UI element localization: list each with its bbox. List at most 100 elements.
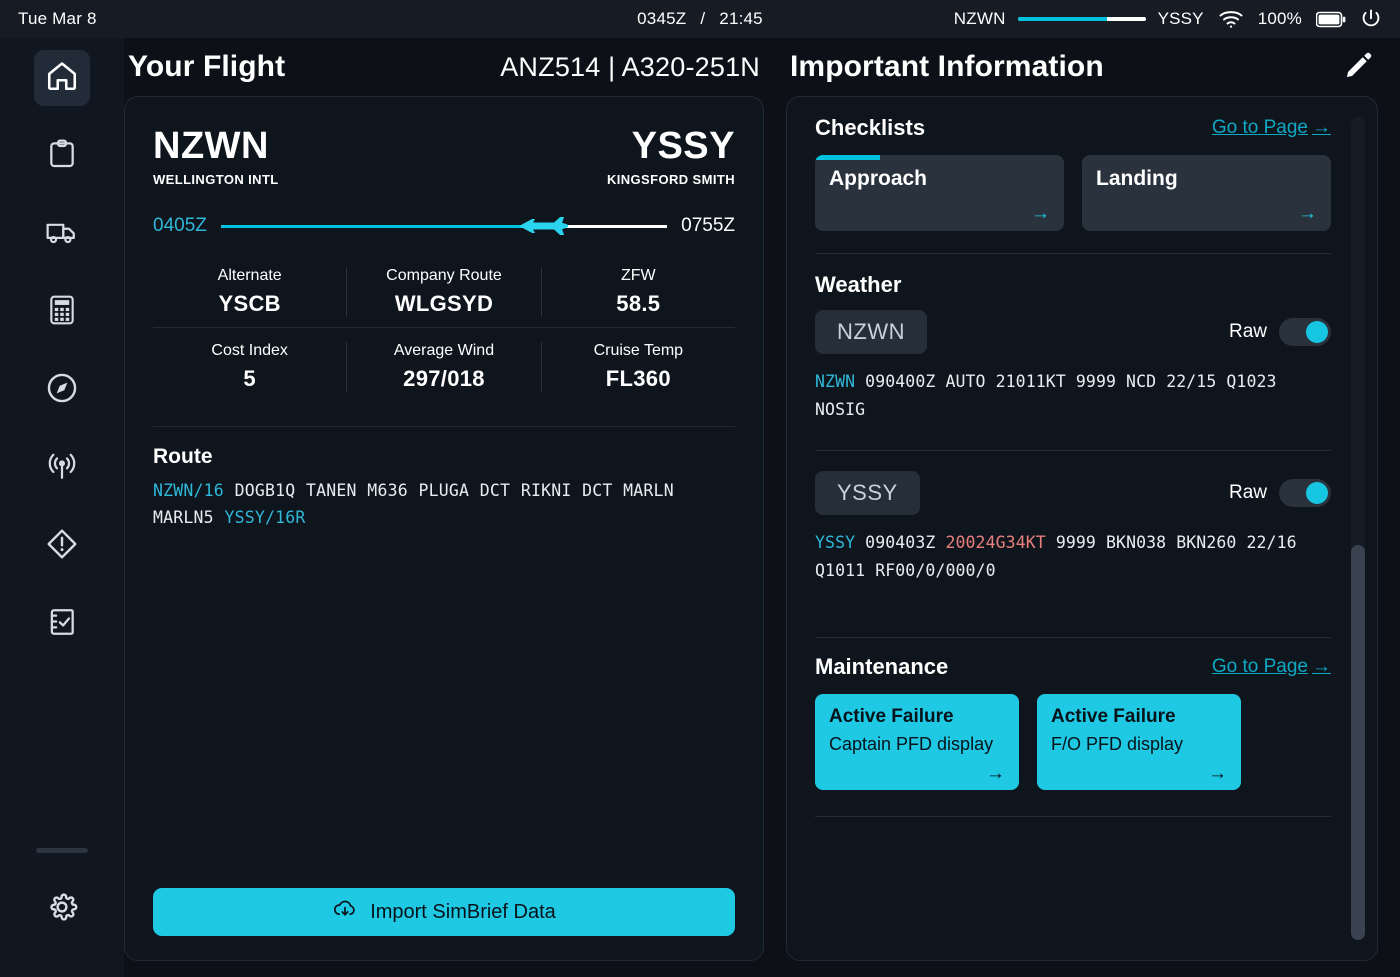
status-destination: YSSY [1157, 9, 1204, 28]
route-text: NZWN/16 DOGB1Q TANEN M636 PLUGA DCT RIKN… [153, 477, 735, 531]
departure-time: 0405Z [153, 215, 207, 236]
toggle-knob [1306, 321, 1328, 343]
checklist-cards-row: Approach → Landing → [815, 155, 1331, 231]
stat-average-wind: Average Wind 297/018 [346, 342, 540, 392]
cloud-download-icon [332, 898, 358, 926]
checklists-title: Checklists [815, 115, 926, 140]
status-flight-progress: NZWN YSSY [954, 9, 1204, 29]
sidebar-item-atc[interactable] [34, 440, 90, 496]
stat-value: WLGSYD [394, 291, 494, 316]
raw-toggle[interactable] [1279, 318, 1331, 346]
sidebar-item-dispatch[interactable] [34, 128, 90, 184]
section-divider [815, 253, 1331, 254]
gear-icon [45, 890, 79, 929]
metar-body: 090400Z AUTO 21011KT 9999 NCD 22/15 Q102… [815, 372, 1277, 420]
checklists-header: Checklists Go to Page → [815, 115, 1331, 141]
arrow-right-icon: → [986, 763, 1005, 785]
maintenance-card-fo-pfd[interactable]: Active Failure F/O PFD display → [1037, 694, 1241, 791]
weather-station-bar: NZWN Raw [815, 310, 1331, 354]
wifi-icon [1218, 9, 1244, 29]
raw-label: Raw [1228, 321, 1267, 342]
home-icon [45, 59, 79, 98]
stat-alternate: Alternate YSCB [153, 267, 346, 317]
flight-card: NZWN WELLINGTON INTL YSSY KINGSFORD SMIT… [124, 96, 764, 961]
weather-raw-toggle-group: Raw [1229, 318, 1331, 346]
checklists-goto-page-link[interactable]: Go to Page → [1212, 117, 1331, 139]
flight-timeline: 0405Z 0755Z [153, 215, 735, 237]
stat-cruise-temp: Cruise Temp FL360 [540, 342, 735, 392]
failure-title: Active Failure [829, 706, 954, 728]
airports-row: NZWN WELLINGTON INTL YSSY KINGSFORD SMIT… [153, 127, 735, 187]
stat-zfw: ZFW 58.5 [540, 267, 735, 317]
checklist-name: Approach [829, 167, 928, 190]
stat-label: Cost Index [211, 342, 288, 359]
route-origin-token: NZWN/16 [153, 481, 224, 500]
metar-pre: 090403Z [855, 533, 946, 553]
important-information-scrollarea: Checklists Go to Page → Approach → Landi… [787, 97, 1377, 960]
app-root: Tue Mar 8 0345Z / 21:45 NZWN YSSY 100% Y… [0, 0, 1400, 977]
page-title: Your Flight [128, 50, 286, 83]
weather-section: Weather NZWN Raw NZWN 090400Z AUTO 21011… [815, 272, 1331, 585]
sidebar-item-navigation[interactable] [34, 362, 90, 418]
stat-value: 297/018 [403, 366, 485, 391]
checklist-icon [46, 606, 78, 643]
arrival-time: 0755Z [681, 215, 735, 236]
status-zulu-time: 0345Z [637, 9, 687, 28]
stat-label: Alternate [217, 267, 282, 284]
weather-station-bar: YSSY Raw [815, 471, 1331, 516]
failure-description: Captain PFD display [829, 734, 994, 755]
stat-value: FL360 [605, 366, 671, 391]
section-divider [815, 637, 1331, 639]
maintenance-goto-page-link[interactable]: Go to Page → [1212, 656, 1331, 678]
checklist-card-landing[interactable]: Landing → [1082, 155, 1331, 231]
arrow-right-icon: → [1298, 203, 1317, 224]
stats-row: Alternate YSCB Company Route WLGSYD ZFW … [153, 263, 735, 327]
arrow-right-icon: → [1031, 203, 1050, 224]
warning-diamond-icon [45, 527, 79, 566]
stat-value: 58.5 [616, 291, 661, 316]
scrollbar-thumb[interactable] [1351, 544, 1365, 940]
raw-toggle[interactable] [1279, 479, 1331, 508]
route-destination-token: YSSY/16R [224, 508, 306, 528]
flight-identifier: ANZ514 | A320-251N [500, 51, 760, 82]
sidebar-item-checklists[interactable] [34, 596, 90, 652]
panel-scrollbar[interactable] [1351, 117, 1365, 940]
weather-icao-button[interactable]: NZWN [815, 310, 927, 354]
right-column: Important Information Checklists Go to P… [764, 38, 1378, 961]
arrow-right-icon: → [1208, 763, 1227, 785]
stat-value: 5 [243, 366, 256, 391]
sidebar-item-performance[interactable] [34, 284, 90, 340]
sidebar-item-ground-services[interactable] [34, 206, 90, 262]
maintenance-title: Maintenance [815, 654, 949, 680]
status-progress-bar [1017, 17, 1146, 21]
failure-description: F/O PFD display [1051, 734, 1184, 755]
battery-icon [1316, 11, 1346, 28]
status-origin: NZWN [953, 9, 1006, 28]
import-simbrief-button[interactable]: Import SimBrief Data [153, 888, 735, 936]
status-local-time: 21:45 [719, 9, 763, 28]
checklist-name: Landing [1096, 167, 1178, 190]
weather-title: Weather [815, 272, 902, 297]
metar-station: NZWN [815, 372, 856, 391]
status-time-separator: / [700, 9, 706, 28]
power-icon[interactable] [1360, 8, 1382, 30]
timeline-bar [220, 217, 668, 235]
sidebar-item-settings[interactable] [34, 881, 90, 937]
app-body: Your Flight ANZ514 | A320-251N NZWN WELL… [0, 38, 1400, 977]
raw-label: Raw [1228, 482, 1267, 504]
destination-name: KINGSFORD SMITH [606, 172, 735, 187]
maintenance-card-captain-pfd[interactable]: Active Failure Captain PFD display → [815, 694, 1019, 791]
flight-stats: Alternate YSCB Company Route WLGSYD ZFW … [153, 263, 735, 402]
stat-label: ZFW [620, 267, 656, 284]
sidebar-item-failures[interactable] [34, 518, 90, 574]
origin-code: NZWN [153, 125, 269, 167]
origin-airport: NZWN WELLINGTON INTL [153, 127, 279, 187]
weather-icao-button[interactable]: YSSY [815, 471, 920, 516]
stat-company-route: Company Route WLGSYD [346, 267, 540, 317]
truck-icon [45, 215, 79, 254]
sidebar-item-home[interactable] [34, 50, 90, 106]
checklist-card-approach[interactable]: Approach → [815, 155, 1064, 231]
pencil-icon[interactable] [1344, 50, 1374, 85]
metar-text: YSSY 090403Z 20024G34KT 9999 BKN038 BKN2… [815, 529, 1331, 585]
section-divider [815, 450, 1331, 452]
